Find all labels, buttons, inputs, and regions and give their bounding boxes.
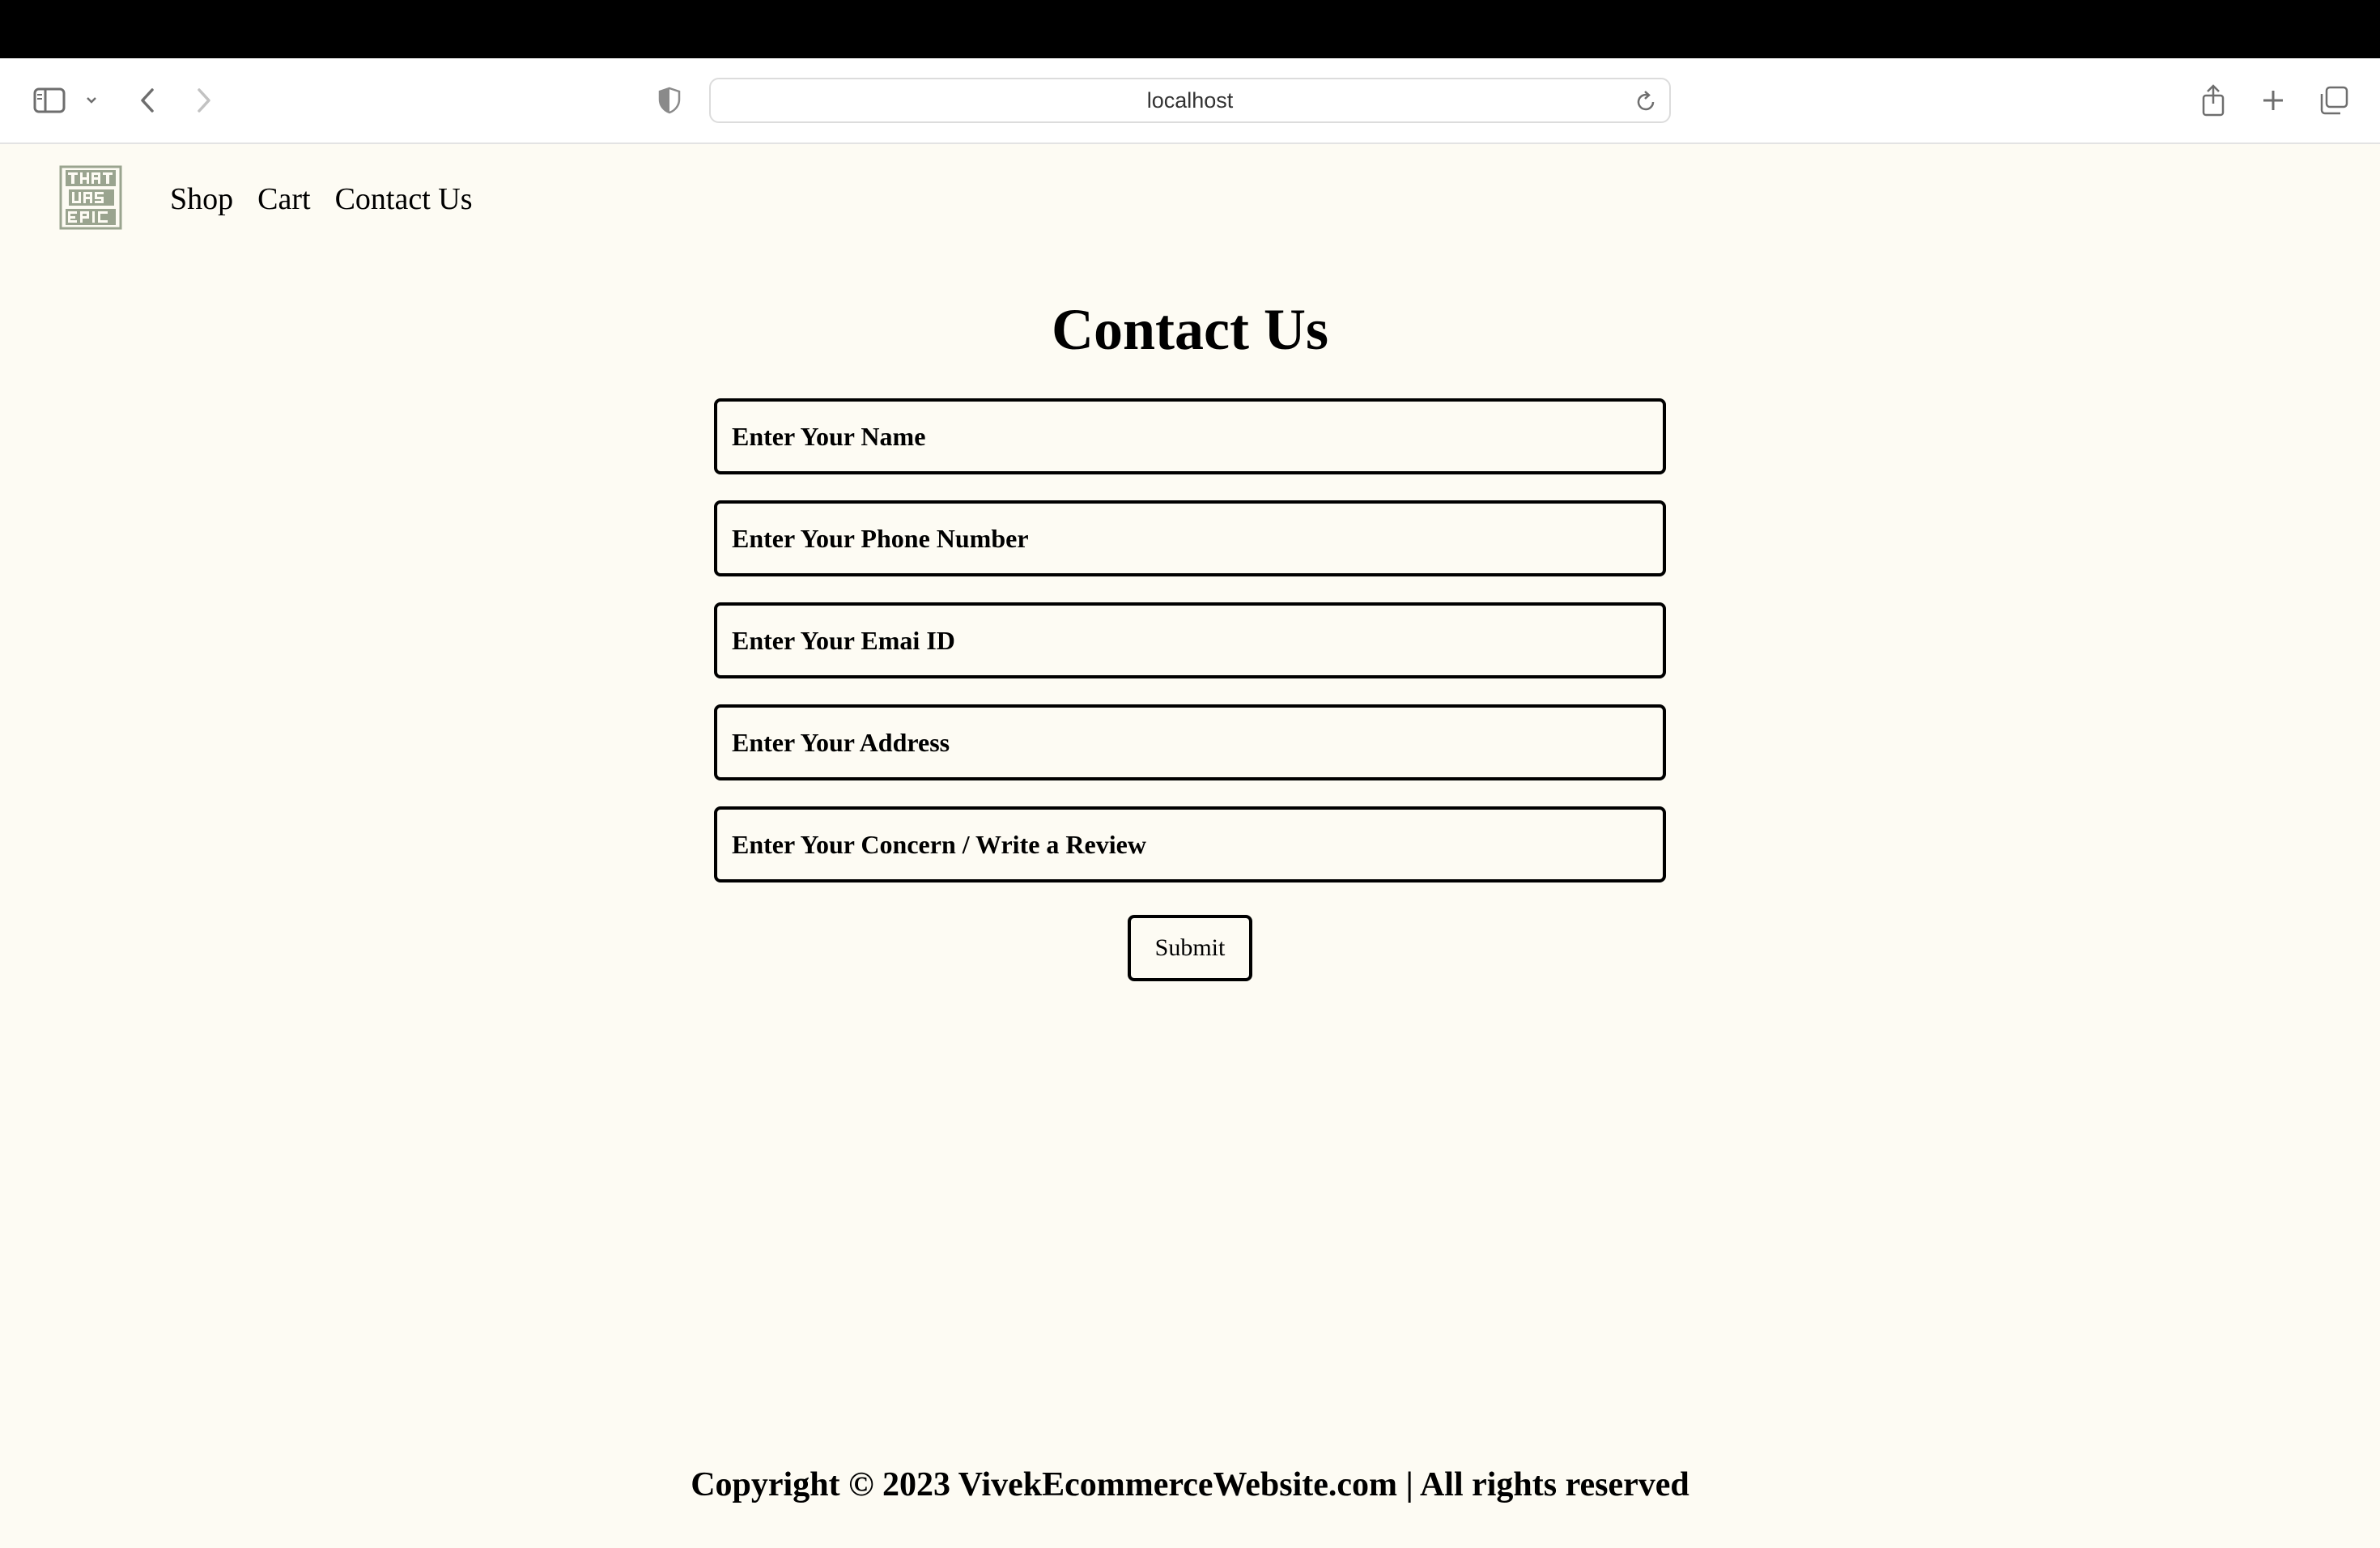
main-nav: Shop Cart Contact Us <box>170 181 473 217</box>
chevron-down-icon[interactable] <box>81 89 102 112</box>
nav-cart-link[interactable]: Cart <box>257 181 310 217</box>
phone-input[interactable] <box>714 500 1666 576</box>
sidebar-toggle-icon[interactable] <box>31 83 68 118</box>
submit-button[interactable]: Submit <box>1128 915 1252 981</box>
tab-overview-icon[interactable] <box>2317 84 2351 117</box>
system-menu-bar <box>0 0 2380 58</box>
page-title: Contact Us <box>1052 297 1328 362</box>
nav-shop-link[interactable]: Shop <box>170 181 233 217</box>
address-input[interactable] <box>714 704 1666 780</box>
back-icon[interactable] <box>133 83 162 118</box>
address-bar[interactable]: localhost <box>709 78 1671 123</box>
email-input[interactable] <box>714 602 1666 678</box>
nav-contact-us-link[interactable]: Contact Us <box>335 181 473 217</box>
page-content: Shop Cart Contact Us Contact Us Submit C… <box>0 146 2380 1548</box>
share-icon[interactable] <box>2197 81 2229 120</box>
site-logo[interactable] <box>59 165 122 230</box>
new-tab-icon[interactable] <box>2257 84 2289 117</box>
privacy-shield-icon[interactable] <box>654 84 685 117</box>
browser-toolbar: localhost <box>0 58 2380 144</box>
footer-copyright: Copyright © 2023 VivekEcommerceWebsite.c… <box>691 1466 1689 1503</box>
name-input[interactable] <box>714 398 1666 474</box>
concern-review-input[interactable] <box>714 806 1666 882</box>
reload-icon[interactable] <box>1635 89 1660 113</box>
url-text: localhost <box>1146 87 1234 113</box>
forward-icon[interactable] <box>189 83 219 118</box>
